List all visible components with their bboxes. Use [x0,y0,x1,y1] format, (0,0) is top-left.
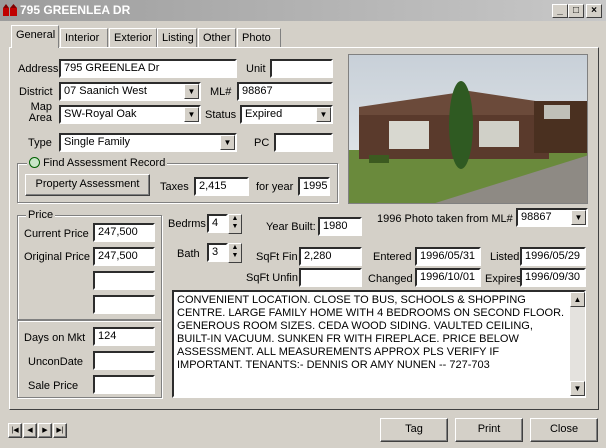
expires-field[interactable]: 1996/09/30 [520,268,586,287]
next-record-button[interactable]: ▶ [38,423,52,438]
unit-field[interactable] [270,59,333,78]
for-year-label: for year [256,181,294,193]
year-built-field[interactable]: 1980 [318,217,362,236]
bath-stepper[interactable]: ▲ ▼ [228,243,242,263]
window-title: 795 GREENLEA DR [20,3,131,17]
changed-label: Changed [368,273,413,285]
chevron-down-icon[interactable]: ▼ [220,135,235,150]
pc-field[interactable] [274,133,333,152]
ml-field[interactable]: 98867 [237,82,333,101]
sqft-fin-label: SqFt Fin [256,251,298,263]
sqft-unfin-label: SqFt Unfin [246,272,298,284]
globe-icon [29,157,40,168]
tax-year-field[interactable]: 1995 [298,177,330,196]
remarks-text: CONVENIENT LOCATION. CLOSE TO BUS, SCHOO… [177,294,565,371]
address-field[interactable]: 795 GREENLEA Dr [59,59,237,78]
assessment-group-title: Find Assessment Record [27,157,168,169]
scroll-up-icon[interactable]: ▲ [570,292,585,307]
taxes-field[interactable]: 2,415 [194,177,249,196]
photo-caption: 1996 Photo taken from ML# [377,213,513,225]
type-select[interactable]: Single Family ▼ [59,133,237,152]
bath-field[interactable]: 3 [207,243,228,262]
property-photo [348,54,588,204]
status-select[interactable]: Expired ▼ [240,105,333,124]
tab-interior[interactable]: Interior [60,28,108,48]
type-value: Single Family [64,136,131,148]
chevron-down-icon[interactable]: ▼ [571,210,586,225]
listed-label: Listed [490,251,520,263]
tab-exterior[interactable]: Exterior [109,28,157,48]
current-price-label: Current Price [24,228,89,240]
bedrooms-label: Bedrms [168,218,206,230]
minimize-button[interactable]: _ [552,4,568,18]
map-area-select[interactable]: SW-Royal Oak ▼ [59,105,201,124]
tag-button[interactable]: Tag [380,418,448,442]
uncon-date-label: UnconDate [28,356,84,368]
type-label: Type [28,137,52,149]
ml-label: ML# [210,86,232,98]
original-price-label: Original Price [24,251,91,263]
scroll-down-icon[interactable]: ▼ [570,381,585,396]
address-label: Address [18,63,59,75]
property-assessment-button[interactable]: Property Assessment [25,174,150,196]
assessment-title-text: Find Assessment Record [43,157,166,169]
pc-label: PC [254,137,270,149]
close-window-button[interactable]: × [586,4,602,18]
sale-price-field[interactable] [93,375,155,394]
tab-photo[interactable]: Photo [237,28,281,48]
bedrooms-field[interactable]: 4 [207,214,228,233]
photo-ml-value: 98867 [521,211,552,223]
unit-label: Unit [246,63,266,75]
status-value: Expired [245,108,283,120]
district-label: District [19,86,53,98]
bedrooms-stepper[interactable]: ▲ ▼ [228,214,242,234]
remarks-memo[interactable]: CONVENIENT LOCATION. CLOSE TO BUS, SCHOO… [172,290,586,398]
sqft-fin-field[interactable]: 2,280 [299,247,362,266]
last-record-button[interactable]: ▶| [53,423,67,438]
status-label: Status [205,109,237,121]
price-group-title: Price [26,209,56,221]
map-area-value: SW-Royal Oak [64,108,137,120]
district-select[interactable]: 07 Saanich West ▼ [59,82,201,101]
print-button[interactable]: Print [455,418,523,442]
tab-listing[interactable]: Listing [157,28,197,48]
tab-other[interactable]: Other [198,28,236,48]
close-button[interactable]: Close [530,418,598,442]
taxes-label: Taxes [160,181,189,193]
sqft-unfin-field[interactable] [299,268,362,287]
house-app-icon [3,4,17,16]
bath-label: Bath [177,248,200,260]
house-photo-image [349,55,587,203]
days-on-market-label: Days on Mkt [24,332,86,344]
photo-ml-select[interactable]: 98867 ▼ [516,208,588,227]
expires-label: Expires [485,273,522,285]
current-price-field[interactable]: 247,500 [93,223,155,242]
sale-price-label: Sale Price [28,380,79,392]
map-label-line2: Area [28,112,52,124]
prev-record-button[interactable]: ◀ [23,423,37,438]
chevron-down-icon[interactable]: ▼ [316,107,331,122]
chevron-down-icon[interactable]: ▼ [184,84,199,99]
first-record-button[interactable]: |◀ [8,423,22,438]
price-extra-field-1[interactable] [93,271,155,290]
days-on-market-field[interactable]: 124 [93,327,155,346]
listed-field[interactable]: 1996/05/29 [520,247,586,266]
price-extra-field-2[interactable] [93,295,155,314]
entered-field[interactable]: 1996/05/31 [415,247,481,266]
entered-label: Entered [373,251,412,263]
maximize-button[interactable]: □ [568,4,584,18]
year-built-label: Year Built: [266,221,316,233]
changed-field[interactable]: 1996/10/01 [415,268,481,287]
uncon-date-field[interactable] [93,351,155,370]
map-area-label: Map Area [24,102,52,124]
original-price-field[interactable]: 247,500 [93,247,155,266]
tab-general[interactable]: General [11,25,59,48]
district-value: 07 Saanich West [64,85,147,97]
chevron-down-icon[interactable]: ▼ [184,107,199,122]
